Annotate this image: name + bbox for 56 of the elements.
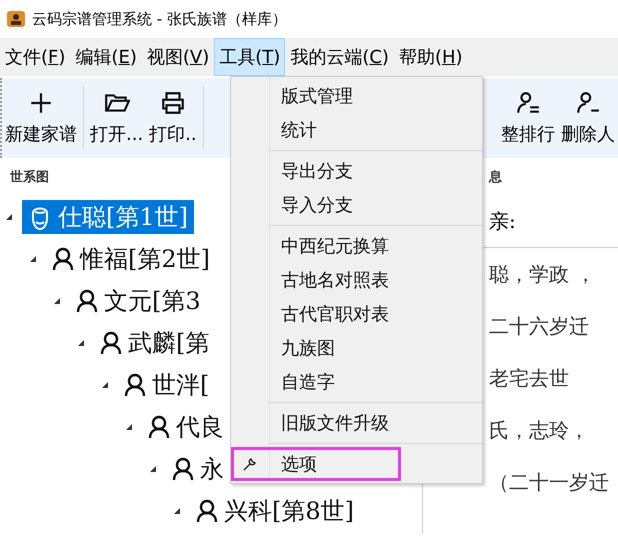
toolbar-button[interactable]: 新建家谱 — [2, 78, 80, 158]
menu-option[interactable]: 版式管理 — [231, 79, 482, 113]
menu-item[interactable]: 文件(F) — [0, 38, 70, 76]
person-swap-icon — [515, 90, 541, 116]
menu-item[interactable]: 工具(T) — [214, 38, 286, 76]
toolbar-button[interactable]: 整排行 — [498, 78, 558, 158]
info-text: 聪，学政 ， — [488, 260, 596, 288]
menu-option[interactable]: 古代官职对表 — [231, 297, 482, 331]
tree-node[interactable]: 文元[第3 — [70, 284, 207, 318]
menu-option[interactable]: 选项 — [231, 447, 401, 481]
printer-icon — [160, 90, 186, 116]
expand-icon[interactable] — [150, 466, 156, 472]
tree-node[interactable]: 永 — [166, 452, 230, 486]
expand-icon[interactable] — [30, 256, 36, 262]
menu-item[interactable]: 编辑(E) — [70, 38, 142, 76]
window-title: 云码宗谱管理系统 - 张氏族谱（样库） — [32, 10, 287, 28]
wrench-icon — [242, 456, 258, 472]
tree-node[interactable]: 代良 — [142, 410, 230, 444]
person-icon — [124, 373, 146, 397]
menu-item[interactable]: 我的云端(C) — [285, 38, 394, 76]
tree-node[interactable]: 仕聪[第1世] — [22, 200, 194, 234]
expand-icon[interactable] — [6, 214, 12, 220]
info-text: 老宅去世 — [488, 364, 570, 392]
expand-icon[interactable] — [54, 298, 60, 304]
person-minus-icon — [575, 90, 601, 116]
person-icon — [52, 247, 74, 271]
menu-option[interactable]: 自造字 — [231, 365, 482, 399]
tree-node[interactable]: 武麟[第 — [94, 326, 216, 360]
menu-item[interactable]: 视图(V) — [142, 38, 214, 76]
info-text: （二十一岁迁 — [488, 468, 610, 496]
person-icon — [172, 457, 194, 481]
toolbar-button[interactable]: 打印.. — [146, 78, 200, 158]
menu-option[interactable]: 古地名对照表 — [231, 263, 482, 297]
app-logo-icon — [6, 9, 26, 29]
person-icon — [148, 415, 170, 439]
expand-icon[interactable] — [102, 382, 108, 388]
toolbar-button[interactable]: 打开... — [87, 78, 146, 158]
menu-option[interactable]: 旧版文件升级 — [231, 406, 482, 440]
expand-icon[interactable] — [78, 340, 84, 346]
toolbar-button[interactable]: 删除人 — [558, 78, 618, 158]
tree-node[interactable]: 惟福[第2世] — [46, 242, 216, 276]
person-icon — [196, 499, 218, 523]
menu-option[interactable]: 九族图 — [231, 331, 482, 365]
expand-icon[interactable] — [126, 424, 132, 430]
tree-node[interactable]: 世泮[ — [118, 368, 216, 402]
tree-node[interactable]: 兴科[第8世] — [190, 494, 360, 528]
info-text: 氏，志玲， — [488, 416, 590, 444]
menu-option[interactable]: 导出分支 — [231, 154, 482, 188]
menu-option[interactable]: 统计 — [231, 113, 482, 147]
menu-item[interactable]: 帮助(H) — [394, 38, 468, 76]
info-text: 二十六岁迁 — [488, 312, 590, 340]
person-icon — [100, 331, 122, 355]
panel-title: 息 — [489, 169, 502, 187]
expand-icon[interactable] — [174, 508, 180, 514]
person-icon — [76, 289, 98, 313]
panel-title: 世系图 — [10, 168, 49, 187]
